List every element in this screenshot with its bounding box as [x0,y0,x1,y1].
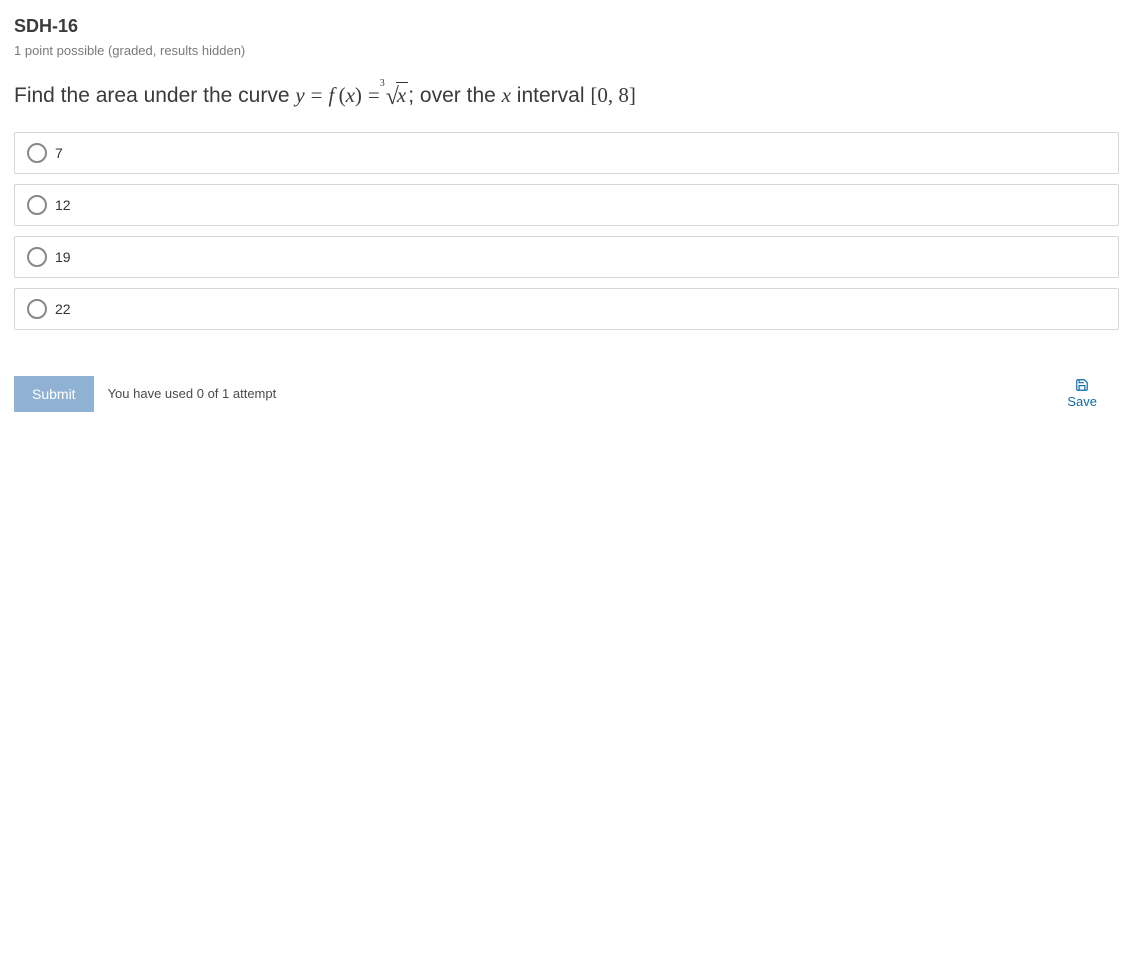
option-label: 7 [55,145,63,161]
math-x1: x [346,83,355,107]
submit-button[interactable]: Submit [14,376,94,412]
math-x2: x [502,83,511,107]
question-text: Find the area under the curve y=f (x)=3√… [14,80,1119,112]
option-label: 12 [55,197,71,213]
math-interval: [0, 8] [590,83,636,107]
option-3[interactable]: 22 [14,288,1119,330]
option-label: 19 [55,249,71,265]
math-rparen: ) [355,83,362,107]
math-y: y [295,83,304,107]
question-after-root: ; over the [408,84,501,107]
math-eq1: = [305,83,329,107]
option-1[interactable]: 12 [14,184,1119,226]
radio-icon [27,195,47,215]
math-lparen: ( [339,83,346,107]
question-lead: Find the area under the curve [14,84,295,107]
root-index: 3 [380,76,385,91]
option-label: 22 [55,301,71,317]
save-button[interactable]: Save [1067,378,1119,409]
radicand: x [396,82,408,107]
math-f: f [329,83,335,107]
problem-title: SDH-16 [14,16,1119,37]
radio-icon [27,299,47,319]
options-list: 7 12 19 22 [14,132,1119,330]
attempts-text: You have used 0 of 1 attempt [108,386,277,401]
save-icon [1075,378,1089,392]
math-cuberoot: 3√x [386,80,409,112]
option-2[interactable]: 19 [14,236,1119,278]
question-interval-lead: interval [511,84,590,107]
radio-icon [27,143,47,163]
save-label: Save [1067,394,1097,409]
problem-subtitle: 1 point possible (graded, results hidden… [14,43,1119,58]
radio-icon [27,247,47,267]
footer: Submit You have used 0 of 1 attempt Save [14,376,1119,412]
option-0[interactable]: 7 [14,132,1119,174]
